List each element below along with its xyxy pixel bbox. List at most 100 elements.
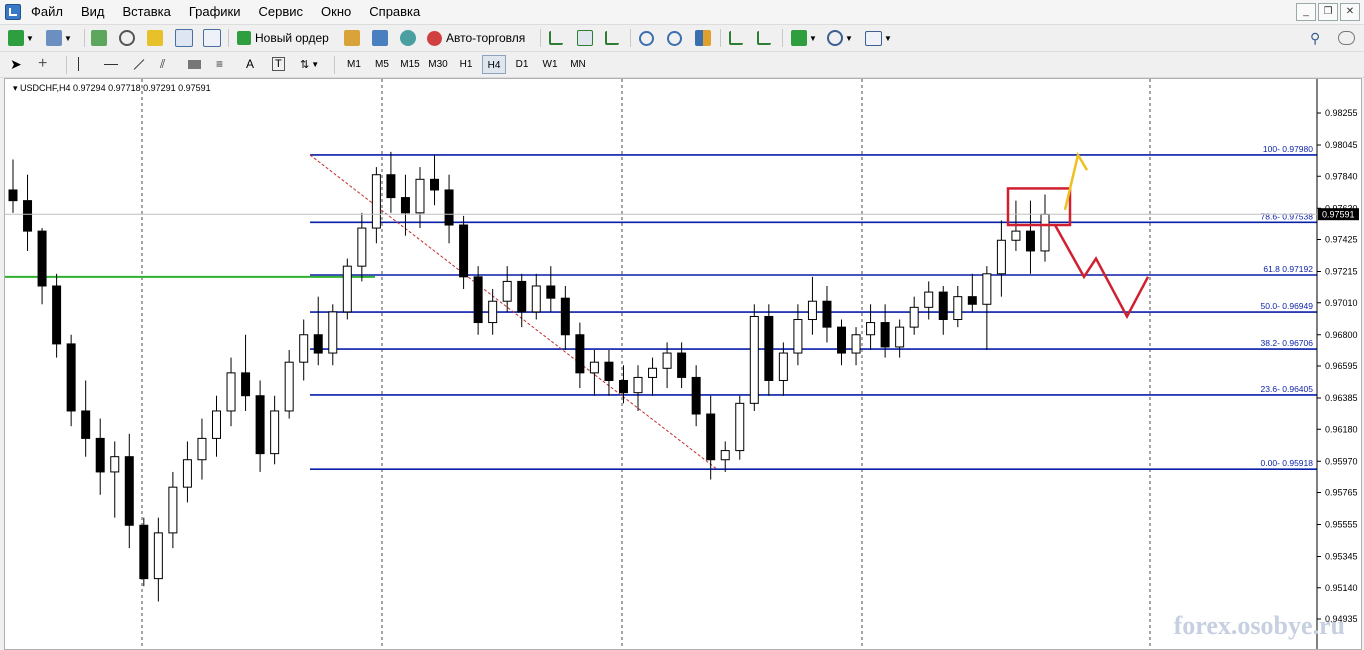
price-chart[interactable]: 100- 0.97980 78.6- 0.97538 61.8 0.97192 50.… [5, 79, 1361, 649]
chart-shift-button[interactable] [757, 28, 771, 48]
auto-trading-button[interactable]: Авто-торговля [427, 28, 525, 48]
profiles-icon [46, 30, 62, 46]
navigator-button[interactable] [119, 28, 135, 48]
fibonacci-tool[interactable]: ≡ [216, 54, 223, 74]
tester-icon [203, 29, 221, 47]
bull-candle [357, 227, 367, 267]
indicators-button[interactable]: ▼ [791, 28, 817, 48]
bear-candle [938, 291, 948, 321]
terminal-button[interactable] [175, 28, 193, 48]
bull-candle [778, 352, 788, 381]
market-watch-button[interactable] [91, 28, 107, 48]
chat-button[interactable] [1338, 28, 1355, 48]
bull-candle [502, 280, 512, 302]
periods-button[interactable]: ▼ [827, 28, 853, 48]
arrows-tool[interactable]: ⇅ ▼ [300, 54, 319, 74]
timeframe-d1[interactable]: D1 [510, 55, 534, 74]
bear-candle [677, 352, 687, 378]
timeframe-h1[interactable]: H1 [454, 55, 478, 74]
profiles-button[interactable]: ▼ [46, 28, 72, 48]
price-tick-label: 0.97010 [1325, 298, 1358, 308]
bear-candle [604, 361, 614, 381]
text-label-tool[interactable]: T [272, 54, 285, 74]
chart-window[interactable]: ▾ USDCHF,H4 0.97294 0.97718 0.97291 0.97… [4, 78, 1362, 650]
bear-candle [255, 395, 265, 455]
horizontal-line-tool[interactable] [104, 54, 118, 74]
bull-candle [531, 285, 541, 313]
menu-bar: Файл Вид Вставка Графики Сервис Окно Спр… [0, 0, 1364, 25]
menu-charts[interactable]: Графики [180, 0, 250, 24]
bull-candle [226, 372, 236, 412]
tile-windows-button[interactable] [695, 28, 711, 48]
app-icon[interactable] [5, 4, 21, 20]
highlight-box [1006, 187, 1072, 227]
metaeditor-button[interactable] [344, 28, 360, 48]
window-controls: _ ❐ ✕ [1296, 3, 1360, 21]
bear-candle [967, 296, 977, 305]
timeframe-m5[interactable]: M5 [370, 55, 394, 74]
line-chart-button[interactable] [605, 28, 619, 48]
menu-view[interactable]: Вид [72, 0, 114, 24]
signals-button[interactable] [372, 28, 388, 48]
new-chart-button[interactable]: ▼ [8, 28, 34, 48]
current-price-label: 0.97591 [1322, 210, 1355, 220]
price-tick-label: 0.95765 [1325, 488, 1358, 498]
price-tick-label: 0.97425 [1325, 235, 1358, 245]
vertical-line-tool[interactable] [78, 54, 79, 74]
favorites-button[interactable] [147, 28, 163, 48]
bear-candle [880, 322, 890, 348]
bear-candle [313, 334, 323, 354]
bear-candle [691, 376, 701, 415]
bull-candle [153, 532, 163, 580]
timeframe-mn[interactable]: MN [566, 55, 590, 74]
trendline-tool[interactable] [132, 54, 146, 74]
timeframe-m30[interactable]: M30 [426, 55, 450, 74]
bull-candle [182, 459, 192, 488]
menu-insert[interactable]: Вставка [114, 0, 180, 24]
templates-button[interactable]: ▼ [865, 28, 892, 48]
auto-trading-icon [427, 30, 442, 46]
crosshair-tool[interactable]: + [38, 54, 47, 74]
bar-chart-button[interactable] [549, 28, 563, 48]
restore-button[interactable]: ❐ [1318, 3, 1338, 21]
search-icon: ⚲ [1310, 29, 1321, 46]
zoom-in-button[interactable] [639, 28, 654, 48]
fibonacci-icon: ≡ [216, 57, 224, 71]
bull-candle [1040, 213, 1050, 252]
auto-scroll-button[interactable] [729, 28, 743, 48]
horizontal-line-icon [104, 63, 118, 65]
equidistant-channel-tool[interactable]: ⫽ [160, 54, 165, 74]
price-tick-label: 0.96180 [1325, 424, 1358, 434]
new-order-button[interactable]: Новый ордер [237, 28, 329, 48]
timeframe-m1[interactable]: M1 [342, 55, 366, 74]
menu-file[interactable]: Файл [22, 0, 72, 24]
candle-chart-button[interactable] [577, 28, 593, 48]
bar-chart-icon [549, 31, 563, 45]
menu-tools[interactable]: Сервис [250, 0, 313, 24]
bull-candle [895, 326, 905, 348]
rectangle-tool[interactable] [188, 54, 201, 74]
tile-icon [695, 30, 711, 46]
zoom-out-button[interactable] [667, 28, 682, 48]
cursor-tool[interactable]: ➤ [10, 54, 22, 74]
bull-candle [415, 178, 425, 214]
bear-candle [837, 326, 847, 354]
search-button[interactable]: ⚲ [1310, 28, 1320, 48]
minimize-button[interactable]: _ [1296, 3, 1316, 21]
menu-window[interactable]: Окно [312, 0, 360, 24]
bull-candle [110, 456, 120, 473]
fib-level-label: 23.6- 0.96405 [1261, 384, 1314, 394]
timeframe-w1[interactable]: W1 [538, 55, 562, 74]
text-tool[interactable]: A [246, 54, 254, 74]
menu-help[interactable]: Справка [360, 0, 429, 24]
new-order-icon [237, 31, 251, 45]
bull-candle [168, 486, 178, 534]
timeframe-h4[interactable]: H4 [482, 55, 506, 74]
standard-toolbar: ▼ ▼ Новый ордер Авто-торговля ▼ ▼ ▼ ⚲ [0, 25, 1364, 52]
strategy-tester-button[interactable] [203, 28, 221, 48]
market-button[interactable] [400, 28, 416, 48]
timeframe-m15[interactable]: M15 [398, 55, 422, 74]
chat-icon [1338, 31, 1355, 45]
close-button[interactable]: ✕ [1340, 3, 1360, 21]
bear-candle [124, 456, 134, 526]
